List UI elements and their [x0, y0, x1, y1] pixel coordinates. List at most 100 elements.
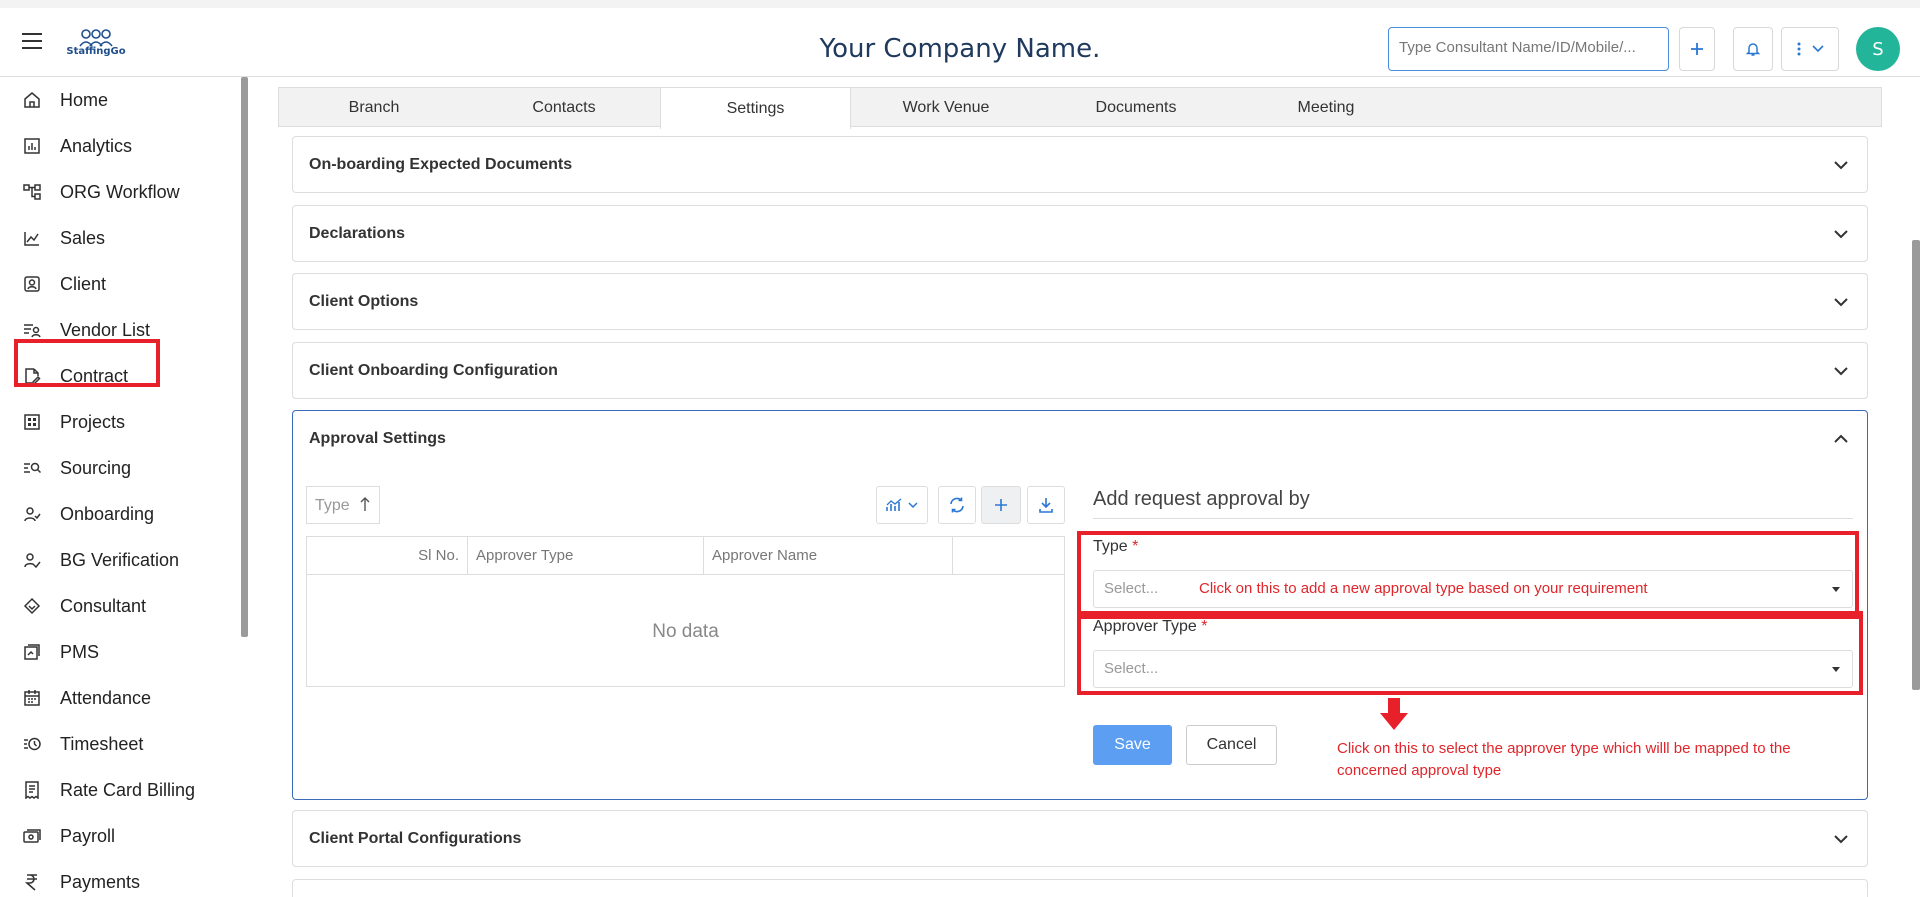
sidebar-item-payments[interactable]: Payments [0, 860, 240, 897]
sidebar-item-label: Projects [60, 411, 126, 432]
sidebar-item-rate-card-billing[interactable]: Rate Card Billing [0, 768, 240, 812]
sidebar-item-sourcing[interactable]: Sourcing [0, 446, 240, 490]
sidebar: Home Analytics ORG Workflow Sales Client… [0, 77, 248, 897]
chevron-down-icon [1834, 298, 1848, 307]
tab-work-venue[interactable]: Work Venue [851, 88, 1041, 128]
form-title: Add request approval by [1093, 488, 1310, 510]
tab-meeting[interactable]: Meeting [1231, 88, 1421, 128]
download-icon [1039, 498, 1053, 513]
section-client-onboarding-configuration[interactable]: Client Onboarding Configuration [292, 342, 1868, 399]
chart-icon [886, 498, 902, 511]
tab-bar: Branch Contacts Settings Work Venue Docu… [278, 87, 1882, 129]
section-title: Declarations [309, 225, 406, 242]
sidebar-item-timesheet[interactable]: Timesheet [0, 722, 240, 766]
notifications-button[interactable] [1733, 27, 1773, 71]
chevron-down-icon [908, 501, 918, 508]
sidebar-item-label: Payments [60, 871, 141, 892]
sidebar-item-org-workflow[interactable]: ORG Workflow [0, 170, 240, 214]
page-scrollbar[interactable] [1912, 240, 1920, 690]
section-approval-settings: Approval Settings Type Sl No. Approver T… [292, 410, 1868, 800]
sidebar-item-label: Timesheet [60, 733, 144, 754]
section-title: On-boarding Expected Documents [309, 156, 573, 173]
divider [1093, 518, 1853, 519]
sidebar-item-attendance[interactable]: Attendance [0, 676, 240, 720]
section-declarations[interactable]: Declarations [292, 205, 1868, 262]
section-title: Client Options [309, 293, 419, 310]
vendor-icon [24, 324, 41, 338]
avatar[interactable]: S [1856, 27, 1900, 71]
approver-annotation-note: Click on this to select the approver typ… [1337, 738, 1791, 782]
column-header-approver-type[interactable]: Approver Type [468, 537, 704, 575]
sidebar-item-label: ORG Workflow [60, 181, 180, 202]
pms-icon [24, 644, 40, 660]
section-client-options[interactable]: Client Options [292, 273, 1868, 330]
sidebar-item-label: Vendor List [60, 319, 151, 340]
tab-settings[interactable]: Settings [660, 88, 851, 129]
sidebar-item-label: Rate Card Billing [60, 779, 196, 800]
home-icon [24, 92, 40, 108]
tab-documents[interactable]: Documents [1041, 88, 1231, 128]
plus-icon [995, 499, 1007, 511]
sidebar-item-onboarding[interactable]: Onboarding [0, 492, 240, 536]
chevron-down-icon [1834, 367, 1848, 376]
sidebar-item-client[interactable]: Client [0, 262, 240, 306]
no-data-message: No data [652, 621, 719, 642]
sidebar-item-home[interactable]: Home [0, 78, 240, 122]
section-title: Client Onboarding Configuration [309, 362, 558, 379]
sidebar-item-label: Home [60, 89, 109, 110]
payroll-icon [23, 829, 41, 843]
chart-view-button[interactable] [876, 486, 928, 524]
cancel-button[interactable]: Cancel [1186, 725, 1277, 765]
sort-label: Type [315, 497, 350, 514]
sidebar-item-projects[interactable]: Projects [0, 400, 240, 444]
refresh-icon [950, 497, 964, 513]
sidebar-item-label: Attendance [60, 687, 152, 708]
add-row-button[interactable] [981, 486, 1021, 524]
rupee-icon [24, 874, 37, 891]
sort-type-button[interactable]: Type [306, 486, 380, 524]
approver-note-line-2: concerned approval type [1337, 762, 1502, 779]
approver-type-highlight-box [1077, 611, 1863, 695]
sidebar-item-label: Sourcing [60, 457, 132, 478]
tab-branch[interactable]: Branch [279, 88, 469, 128]
section-onboarding-expected-documents[interactable]: On-boarding Expected Documents [292, 136, 1868, 193]
sidebar-item-label: Consultant [60, 595, 147, 616]
more-options-button[interactable] [1781, 27, 1839, 71]
column-header-actions [953, 537, 1064, 575]
column-header-sl-no[interactable]: Sl No. [307, 537, 468, 575]
arrow-down-icon [1380, 698, 1408, 730]
sidebar-item-pms[interactable]: PMS [0, 630, 240, 674]
section-title[interactable]: Approval Settings [309, 430, 446, 448]
sidebar-item-payroll[interactable]: Payroll [0, 814, 240, 858]
refresh-button[interactable] [938, 486, 976, 524]
sidebar-item-analytics[interactable]: Analytics [0, 124, 240, 168]
main-content: Branch Contacts Settings Work Venue Docu… [278, 77, 1882, 897]
approver-note-line-1: Click on this to select the approver typ… [1337, 740, 1791, 757]
client-icon [24, 276, 40, 292]
sidebar-item-sales[interactable]: Sales [0, 216, 240, 260]
bell-icon [1746, 43, 1760, 56]
sidebar-item-label: BG Verification [60, 549, 180, 570]
approval-table: Sl No. Approver Type Approver Name No da… [306, 536, 1065, 687]
tab-contacts[interactable]: Contacts [469, 88, 659, 128]
sidebar-item-bg-verification[interactable]: BG Verification [0, 538, 240, 582]
column-header-approver-name[interactable]: Approver Name [704, 537, 953, 575]
download-button[interactable] [1027, 486, 1065, 524]
table-header: Sl No. Approver Type Approver Name [307, 537, 1064, 575]
sidebar-item-consultant[interactable]: Consultant [0, 584, 240, 628]
onboarding-icon [24, 507, 41, 522]
consultant-icon [23, 597, 41, 615]
search-input[interactable]: Type Consultant Name/ID/Mobile/... [1388, 27, 1669, 71]
section-next[interactable] [292, 879, 1868, 897]
save-button[interactable]: Save [1093, 725, 1172, 765]
workflow-icon [23, 184, 41, 200]
type-highlight-box [1077, 531, 1859, 619]
section-client-portal-configurations[interactable]: Client Portal Configurations [292, 810, 1868, 867]
top-bar: StaffingGo Your Company Name. Type Consu… [0, 0, 1920, 77]
chevron-up-icon[interactable] [1831, 429, 1851, 449]
sidebar-item-label: PMS [60, 641, 100, 662]
sidebar-scrollbar[interactable] [241, 77, 248, 637]
sales-icon [24, 232, 39, 246]
add-button[interactable] [1679, 27, 1715, 71]
chevron-down-icon [1834, 230, 1848, 239]
